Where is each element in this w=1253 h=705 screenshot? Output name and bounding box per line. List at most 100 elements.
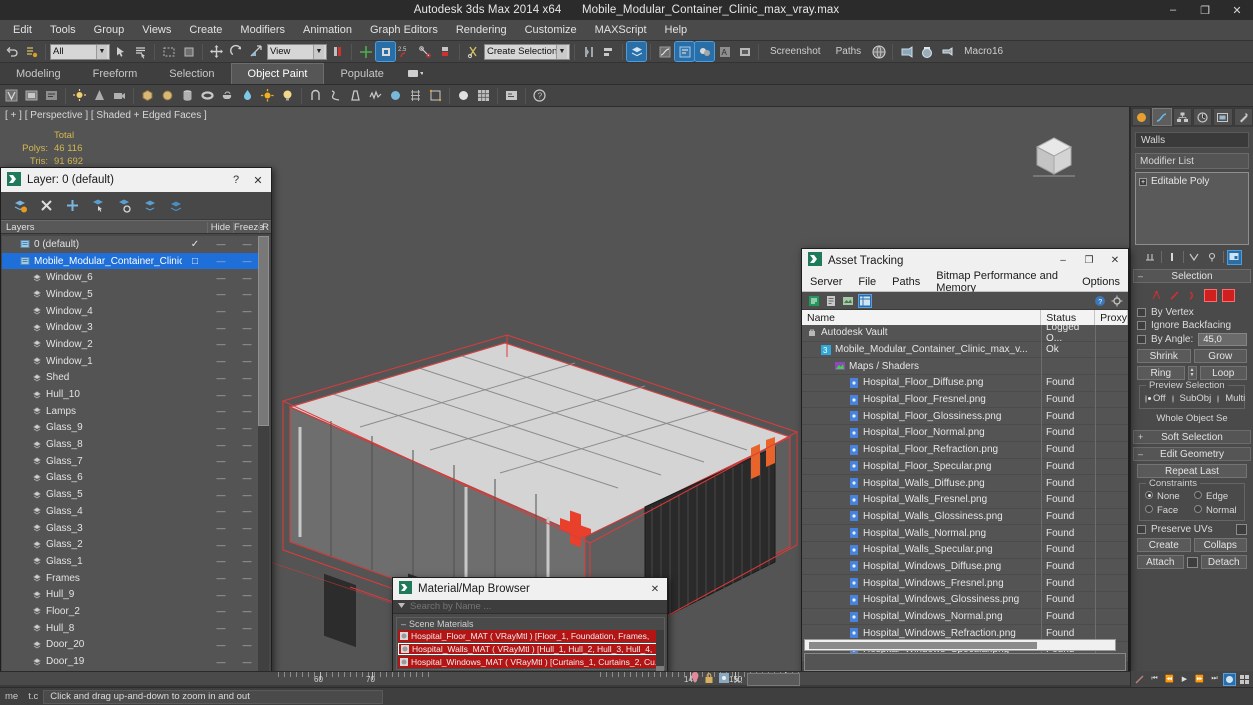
teapot-primitive-icon[interactable] bbox=[218, 86, 237, 105]
shell-modifier-icon[interactable] bbox=[386, 86, 405, 105]
asset-row[interactable]: 3 Mobile_Modular_Container_Clinic_max_v..… bbox=[802, 341, 1128, 359]
layer-row[interactable]: Hull_8 — — bbox=[2, 620, 260, 637]
expand-icon[interactable]: + bbox=[1138, 432, 1143, 442]
layer-row[interactable]: Glass_8 — — bbox=[2, 436, 260, 453]
layer-row-freeze[interactable]: — bbox=[234, 339, 260, 349]
lattice-modifier-icon[interactable] bbox=[406, 86, 425, 105]
select-highlighted-objects-icon[interactable] bbox=[113, 195, 135, 217]
auto-key-icon[interactable] bbox=[1133, 673, 1146, 686]
layer-row-freeze[interactable]: — bbox=[234, 273, 260, 283]
layer-row-hide[interactable]: — bbox=[208, 323, 234, 333]
layer-row-hide[interactable]: — bbox=[208, 373, 234, 383]
material-list-item[interactable]: Hospital_Floor_MAT ( VRayMtl ) [Floor_1,… bbox=[398, 630, 663, 642]
layer-row[interactable]: Shed — — bbox=[2, 370, 260, 387]
collapse-icon[interactable]: – bbox=[1138, 271, 1143, 281]
spot-light-icon[interactable] bbox=[90, 86, 109, 105]
layer-row[interactable]: Glass_5 — — bbox=[2, 486, 260, 503]
repeat-last-button[interactable]: Repeat Last bbox=[1137, 464, 1247, 478]
ref-coord-system-combo[interactable]: View ▼ bbox=[267, 43, 327, 60]
noise-modifier-icon[interactable] bbox=[366, 86, 385, 105]
render-production-icon[interactable] bbox=[897, 42, 916, 61]
stack-entry-editable-poly[interactable]: + Editable Poly bbox=[1139, 176, 1245, 187]
modifier-stack[interactable]: + Editable Poly bbox=[1135, 172, 1249, 245]
menu-views[interactable]: Views bbox=[133, 22, 180, 38]
layer-row-hide[interactable]: — bbox=[208, 289, 234, 299]
asset-row[interactable]: Hospital_Floor_Fresnel.png Found bbox=[802, 391, 1128, 409]
timeline-ruler[interactable]: 6070140150160 bbox=[0, 672, 1130, 685]
by-angle-row[interactable]: By Angle: 45,0 bbox=[1137, 333, 1247, 346]
material-browser-close-button[interactable]: ✕ bbox=[643, 578, 667, 600]
menu-maxscript[interactable]: MAXScript bbox=[586, 22, 656, 38]
constraint-none-radio[interactable] bbox=[1145, 491, 1153, 499]
constraint-face-radio[interactable] bbox=[1145, 505, 1153, 513]
layer-row[interactable]: Glass_7 — — bbox=[2, 453, 260, 470]
layer-row-hide[interactable]: — bbox=[208, 573, 234, 583]
grow-button[interactable]: Grow bbox=[1193, 349, 1247, 363]
list-view-icon[interactable] bbox=[824, 294, 838, 308]
key-mode-icon[interactable] bbox=[690, 671, 700, 688]
asset-menu-paths[interactable]: Paths bbox=[884, 272, 928, 292]
close-button[interactable]: ✕ bbox=[1221, 0, 1253, 20]
go-to-start-icon[interactable]: ⏮ bbox=[1148, 673, 1161, 686]
select-object-icon[interactable] bbox=[111, 42, 130, 61]
create-tab[interactable] bbox=[1132, 108, 1152, 126]
hierarchy-tab[interactable] bbox=[1172, 108, 1192, 126]
layer-row-freeze[interactable]: — bbox=[234, 456, 260, 466]
material-browser-titlebar[interactable]: Material/Map Browser ✕ bbox=[393, 578, 667, 600]
rectangular-selection-region-icon[interactable] bbox=[159, 42, 178, 61]
by-angle-value[interactable]: 45,0 bbox=[1198, 333, 1247, 346]
layer-row-hide[interactable]: — bbox=[208, 606, 234, 616]
menu-rendering[interactable]: Rendering bbox=[447, 22, 516, 38]
asset-row[interactable]: Maps / Shaders bbox=[802, 357, 1128, 376]
tab-freeform[interactable]: Freeform bbox=[77, 64, 154, 84]
layer-row-freeze[interactable]: — bbox=[234, 540, 260, 550]
layer-row[interactable]: Window_3 — — bbox=[2, 319, 260, 336]
maxscript-listener-icon[interactable] bbox=[502, 86, 521, 105]
layer-row[interactable]: Glass_1 — — bbox=[2, 553, 260, 570]
layer-row[interactable]: Glass_3 — — bbox=[2, 520, 260, 537]
macro-button[interactable]: Macro16 bbox=[957, 46, 1010, 57]
render-column-header[interactable]: R bbox=[259, 221, 271, 233]
hide-column-header[interactable]: Hide bbox=[207, 221, 233, 233]
menu-tools[interactable]: Tools bbox=[41, 22, 85, 38]
ring-spinner[interactable]: ▲ ▼ bbox=[1187, 366, 1197, 380]
torus-primitive-icon[interactable] bbox=[198, 86, 217, 105]
select-and-manipulate-icon[interactable] bbox=[356, 42, 375, 61]
selection-rollout-header[interactable]: – Selection bbox=[1133, 269, 1251, 283]
layer-row-hide[interactable]: — bbox=[208, 623, 234, 633]
maximize-button[interactable]: ❐ bbox=[1189, 0, 1221, 20]
material-list-item[interactable]: Hospital_Walls_MAT ( VRayMtl ) [Hull_1, … bbox=[398, 643, 663, 655]
layer-row-hide[interactable]: — bbox=[208, 473, 234, 483]
asset-menu-options[interactable]: Options bbox=[1074, 272, 1128, 292]
menu-edit[interactable]: Edit bbox=[4, 22, 41, 38]
water-drop-icon[interactable] bbox=[238, 86, 257, 105]
asset-tracking-close-button[interactable]: ✕ bbox=[1102, 249, 1128, 272]
layer-row-freeze[interactable]: — bbox=[234, 406, 260, 416]
layer-row-freeze[interactable]: — bbox=[234, 556, 260, 566]
layer-row[interactable]: Window_5 — — bbox=[2, 286, 260, 303]
select-and-rotate-icon[interactable] bbox=[227, 42, 246, 61]
layer-row-freeze[interactable]: — bbox=[234, 390, 260, 400]
screenshot-button[interactable]: Screenshot bbox=[763, 46, 828, 57]
asset-proxy-column-header[interactable]: Proxy bbox=[1095, 310, 1128, 325]
attach-settings-button[interactable] bbox=[1186, 556, 1198, 568]
thumbnail-view-icon[interactable] bbox=[841, 294, 855, 308]
hide-unhide-layer-icon[interactable] bbox=[165, 195, 187, 217]
layer-row[interactable]: Floor_2 — — bbox=[2, 603, 260, 620]
lock-icon[interactable] bbox=[704, 672, 714, 687]
delete-layer-icon[interactable] bbox=[35, 195, 57, 217]
layer-row-hide[interactable]: — bbox=[208, 490, 234, 500]
asset-tracking-maximize-button[interactable]: ❐ bbox=[1076, 249, 1102, 272]
window-crossing-icon[interactable] bbox=[179, 42, 198, 61]
loop-button[interactable]: Loop bbox=[1199, 366, 1247, 380]
remove-modifier-icon[interactable] bbox=[1205, 250, 1220, 265]
asset-status-column-header[interactable]: Status bbox=[1041, 310, 1096, 325]
taper-modifier-icon[interactable] bbox=[346, 86, 365, 105]
asset-row[interactable]: Hospital_Walls_Glossiness.png Found bbox=[802, 508, 1128, 526]
preserve-uvs-settings-button[interactable] bbox=[1236, 524, 1247, 535]
asset-row[interactable]: Hospital_Walls_Diffuse.png Found bbox=[802, 474, 1128, 492]
layer-row-freeze[interactable]: — bbox=[234, 657, 260, 667]
layer-row-hide[interactable]: — bbox=[208, 273, 234, 283]
next-frame-icon[interactable]: ⏩ bbox=[1193, 673, 1206, 686]
make-unique-icon[interactable] bbox=[1187, 250, 1202, 265]
